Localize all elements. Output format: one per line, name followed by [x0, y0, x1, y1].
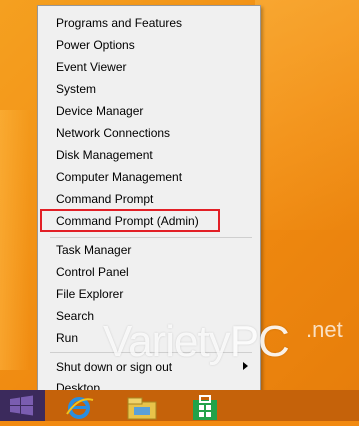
menu-item-device-manager[interactable]: Device Manager [56, 104, 143, 118]
windows-start-icon[interactable] [0, 390, 45, 421]
menu-item-run[interactable]: Run [56, 331, 78, 345]
menu-separator [50, 237, 252, 238]
menu-item-file-explorer[interactable]: File Explorer [56, 287, 123, 301]
menu-item-network-connections[interactable]: Network Connections [56, 126, 170, 140]
desktop-decoration [0, 110, 30, 370]
watermark-main: Variety [103, 317, 231, 366]
menu-item-programs-and-features[interactable]: Programs and Features [56, 16, 182, 30]
taskbar [0, 390, 359, 421]
menu-item-command-prompt-admin[interactable]: Command Prompt (Admin) [56, 214, 199, 228]
watermark-logo: VarietyPC [103, 317, 290, 367]
watermark-accent: PC [229, 317, 290, 366]
menu-item-command-prompt[interactable]: Command Prompt [56, 192, 153, 206]
menu-item-event-viewer[interactable]: Event Viewer [56, 60, 126, 74]
menu-item-computer-management[interactable]: Computer Management [56, 170, 182, 184]
menu-item-system[interactable]: System [56, 82, 96, 96]
menu-item-disk-management[interactable]: Disk Management [56, 148, 153, 162]
menu-item-power-options[interactable]: Power Options [56, 38, 135, 52]
menu-item-task-manager[interactable]: Task Manager [56, 243, 131, 257]
internet-explorer-icon[interactable] [62, 394, 96, 420]
store-icon[interactable] [188, 394, 222, 420]
desktop-decoration [255, 0, 359, 230]
menu-item-control-panel[interactable]: Control Panel [56, 265, 129, 279]
file-explorer-icon[interactable] [125, 394, 159, 420]
watermark-suffix: .net [306, 317, 343, 342]
menu-item-search[interactable]: Search [56, 309, 94, 323]
